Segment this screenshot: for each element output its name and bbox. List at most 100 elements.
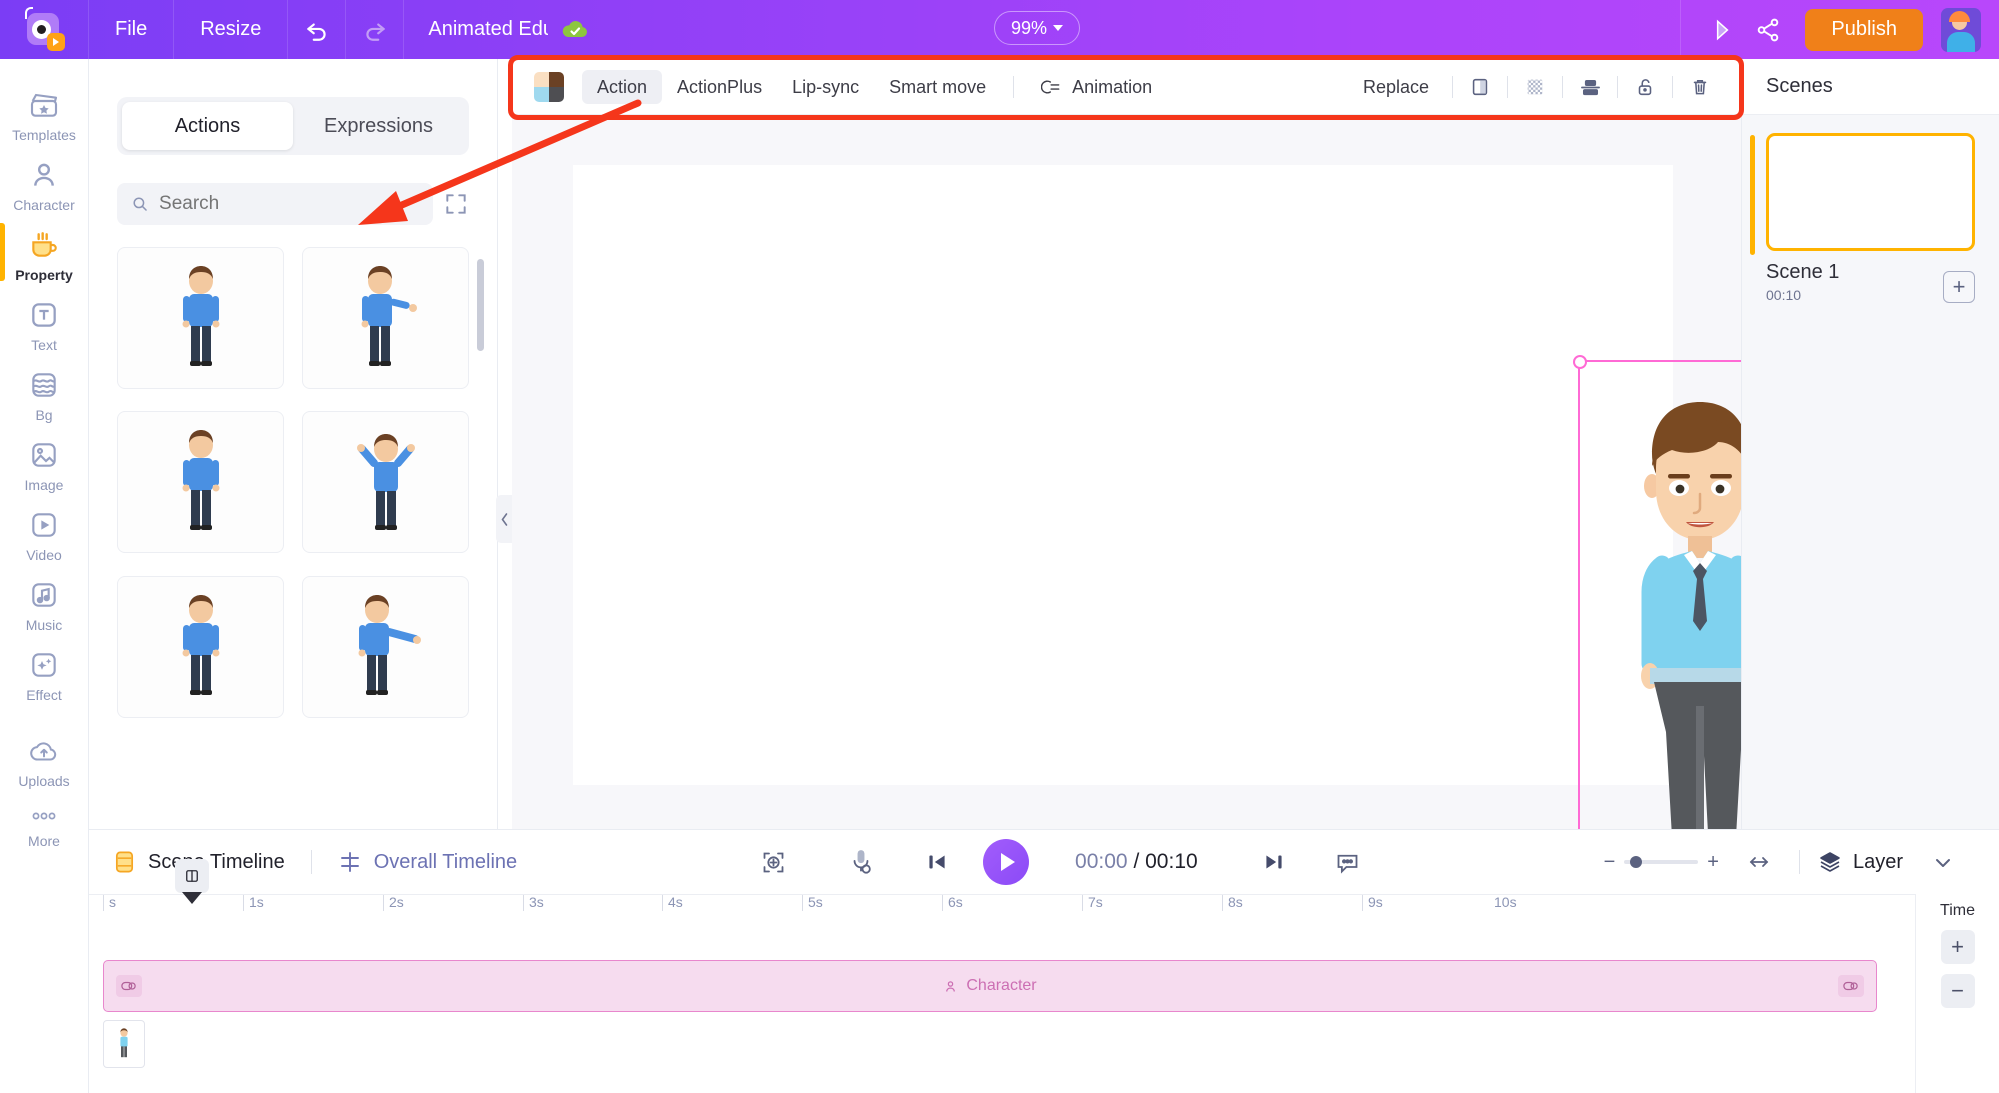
microphone-record-icon[interactable] bbox=[839, 840, 883, 884]
fit-to-screen-icon[interactable] bbox=[751, 840, 795, 884]
track-name: Character bbox=[966, 977, 1037, 994]
redo-icon[interactable] bbox=[346, 0, 405, 59]
scene-duration: 00:10 bbox=[1766, 287, 1802, 303]
delete-trash-icon[interactable] bbox=[1681, 70, 1719, 104]
sidebar-item-templates[interactable]: Templates bbox=[0, 79, 89, 149]
unlock-icon[interactable] bbox=[1626, 70, 1664, 104]
sidebar-item-text[interactable]: Text bbox=[0, 289, 89, 359]
track-end-toggle[interactable] bbox=[1838, 975, 1864, 997]
track-start-toggle[interactable] bbox=[116, 975, 142, 997]
layer-label: Layer bbox=[1852, 850, 1903, 873]
playhead-handle[interactable] bbox=[175, 859, 209, 893]
scene-name: Scene 1 bbox=[1766, 261, 1840, 283]
tab-actions[interactable]: Actions bbox=[122, 102, 293, 150]
zoom-in-label[interactable]: + bbox=[1707, 851, 1719, 874]
sidebar-item-music[interactable]: Music bbox=[0, 569, 89, 639]
scene-timeline-label: Scene Timeline bbox=[148, 850, 285, 873]
timeline-ruler[interactable]: s 1s 2s 3s 4s 5s 6s 7s 8s 9s 10s bbox=[89, 859, 1999, 924]
menu-file[interactable]: File bbox=[89, 0, 175, 59]
action-thumb-4[interactable] bbox=[302, 411, 469, 554]
toolbar-actionplus[interactable]: ActionPlus bbox=[662, 70, 777, 104]
toolbar-smartmove[interactable]: Smart move bbox=[874, 70, 1001, 104]
background-layers-icon bbox=[32, 373, 56, 397]
sidebar-item-video[interactable]: Video bbox=[0, 499, 89, 569]
preview-play-icon[interactable] bbox=[1699, 0, 1745, 59]
divider bbox=[1680, 0, 1682, 59]
play-button[interactable] bbox=[983, 839, 1030, 885]
sidebar-item-image[interactable]: Image bbox=[0, 429, 89, 499]
toolbar-lipsync[interactable]: Lip-sync bbox=[777, 70, 874, 104]
top-menu-bar: File Resize Animated Educa 99% bbox=[0, 0, 1999, 59]
sidebar-item-property[interactable]: Property bbox=[0, 219, 89, 289]
project-title[interactable]: Animated Educa bbox=[428, 18, 548, 41]
add-scene-button[interactable]: + bbox=[1943, 271, 1975, 303]
transparency-checker-icon[interactable] bbox=[1516, 70, 1554, 104]
sidebar-item-effect[interactable]: Effect bbox=[0, 639, 89, 709]
toolbar-animation-label: Animation bbox=[1072, 76, 1153, 97]
toolbar-animation[interactable]: Animation bbox=[1026, 70, 1167, 104]
actions-grid bbox=[117, 247, 469, 722]
resize-handle-top-left[interactable] bbox=[1573, 355, 1587, 369]
panel-collapse-toggle[interactable] bbox=[496, 495, 513, 543]
zoom-level-selector[interactable]: 99% bbox=[994, 11, 1081, 45]
sidebar-item-uploads[interactable]: Uploads bbox=[0, 727, 89, 795]
undo-icon[interactable] bbox=[288, 0, 347, 59]
time-display: 00:00 / 00:10 bbox=[1075, 850, 1198, 874]
tab-expressions[interactable]: Expressions bbox=[293, 102, 464, 150]
sidebar-item-bg[interactable]: Bg bbox=[0, 359, 89, 429]
flip-icon[interactable] bbox=[1461, 70, 1499, 104]
canvas-page[interactable] bbox=[573, 165, 1827, 978]
avatar[interactable] bbox=[1941, 7, 1981, 52]
time-increase-button[interactable]: + bbox=[1940, 930, 1975, 964]
share-icon[interactable] bbox=[1745, 0, 1791, 59]
scene-meta: Scene 1 00:10 + bbox=[1766, 261, 1975, 303]
clapperboard-icon bbox=[30, 93, 58, 117]
scene-thumbnail[interactable] bbox=[1766, 133, 1975, 251]
sidebar-item-label: Video bbox=[26, 547, 62, 563]
app-logo[interactable] bbox=[0, 0, 89, 59]
layer-button[interactable]: Layer bbox=[1818, 850, 1903, 874]
search-box[interactable] bbox=[117, 183, 433, 225]
scenes-panel: Scenes Scene 1 00:10 + bbox=[1741, 59, 1999, 829]
panel-scrollbar[interactable] bbox=[477, 259, 484, 351]
toolbar-action[interactable]: Action bbox=[582, 70, 663, 104]
canvas-area[interactable] bbox=[512, 115, 1827, 978]
action-thumb-3[interactable] bbox=[117, 411, 284, 554]
action-thumb-5[interactable] bbox=[117, 575, 284, 718]
divider bbox=[1013, 76, 1015, 98]
fit-width-icon[interactable] bbox=[1737, 840, 1781, 884]
ruler-tick: 1s bbox=[243, 895, 264, 911]
skip-to-start-icon[interactable] bbox=[915, 840, 959, 884]
track-frame-thumbnail[interactable] bbox=[103, 1020, 145, 1068]
time-decrease-button[interactable]: − bbox=[1940, 974, 1975, 1008]
ruler-tick: 3s bbox=[523, 895, 544, 911]
zoom-slider-knob[interactable] bbox=[1630, 856, 1643, 868]
property-actions-panel: Actions Expressions bbox=[89, 59, 498, 829]
scene-active-indicator bbox=[1750, 135, 1755, 255]
tab-overall-timeline[interactable]: Overall Timeline bbox=[338, 850, 517, 874]
expand-fullscreen-icon[interactable] bbox=[443, 191, 469, 217]
sidebar-item-character[interactable]: Character bbox=[0, 149, 89, 219]
subtitle-icon[interactable] bbox=[1326, 840, 1370, 884]
publish-button[interactable]: Publish bbox=[1805, 8, 1923, 51]
character-color-swatch[interactable] bbox=[534, 72, 564, 102]
divider bbox=[1617, 76, 1618, 98]
replace-button[interactable]: Replace bbox=[1348, 70, 1444, 104]
timeline-track-character[interactable]: Character bbox=[103, 960, 1877, 1012]
action-thumb-6[interactable] bbox=[302, 575, 469, 718]
playhead-marker[interactable] bbox=[182, 892, 202, 904]
action-thumb-1[interactable] bbox=[117, 247, 284, 389]
sidebar-item-label: Text bbox=[31, 337, 57, 353]
left-sidebar: Templates Character Property Text Bg Ima… bbox=[0, 59, 89, 1093]
zoom-out-label[interactable]: − bbox=[1604, 851, 1616, 874]
menu-resize[interactable]: Resize bbox=[174, 0, 289, 59]
sidebar-item-more[interactable]: More bbox=[0, 795, 89, 855]
align-icon[interactable] bbox=[1571, 70, 1609, 104]
sidebar-item-label: Image bbox=[24, 477, 64, 493]
chevron-left-icon bbox=[501, 512, 508, 526]
action-thumb-2[interactable] bbox=[302, 247, 469, 389]
timeline-zoom-slider[interactable]: − + bbox=[1604, 851, 1719, 874]
search-input[interactable] bbox=[159, 193, 419, 215]
chevron-down-icon[interactable] bbox=[1921, 840, 1965, 884]
skip-to-end-icon[interactable] bbox=[1252, 840, 1296, 884]
